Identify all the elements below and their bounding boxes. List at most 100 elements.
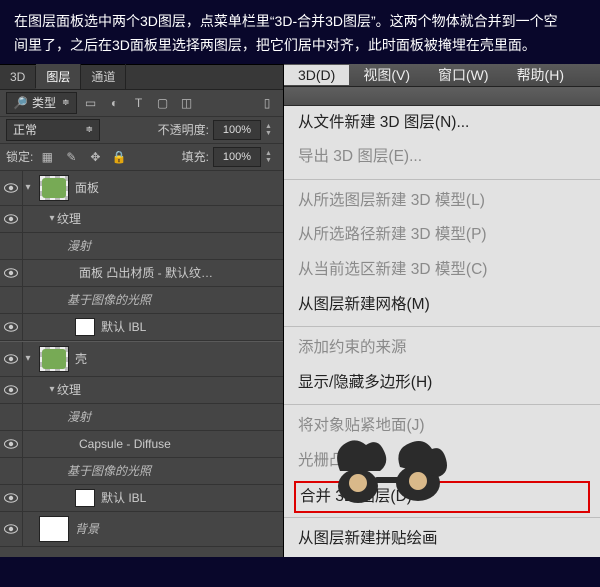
layer-name: 纹理 bbox=[57, 381, 81, 398]
layer-group-2[interactable]: ▾ 壳 bbox=[0, 342, 283, 377]
menu-divider bbox=[284, 179, 600, 180]
layer-name: 壳 bbox=[75, 350, 87, 367]
menubar-3d[interactable]: 3D(D) bbox=[284, 65, 349, 85]
layer-row[interactable]: 漫射 bbox=[0, 233, 283, 260]
visibility-toggle[interactable] bbox=[0, 260, 23, 286]
tab-3d[interactable]: 3D bbox=[0, 66, 36, 88]
menu-new-3d-from-path[interactable]: 从所选路径新建 3D 模型(P) bbox=[284, 218, 600, 253]
menu-divider bbox=[284, 517, 600, 518]
layer-thumb bbox=[75, 318, 95, 336]
opacity-label: 不透明度: bbox=[158, 121, 209, 138]
layer-row[interactable]: 漫射 bbox=[0, 404, 283, 431]
layer-name: 基于图像的光照 bbox=[67, 462, 151, 479]
visibility-toggle[interactable] bbox=[0, 206, 23, 232]
filter-pixel-icon[interactable]: ▭ bbox=[81, 94, 101, 112]
filter-text-icon[interactable]: T bbox=[129, 94, 149, 112]
fill-input[interactable]: 100% bbox=[213, 147, 261, 167]
menu-merge-3d-layers[interactable]: 合并 3D 图层(D) bbox=[300, 488, 412, 505]
visibility-toggle[interactable] bbox=[0, 431, 23, 457]
layer-name: 漫射 bbox=[67, 237, 91, 254]
lock-label: 锁定: bbox=[6, 148, 33, 165]
visibility-spacer bbox=[0, 404, 23, 430]
layer-name: 漫射 bbox=[67, 408, 91, 425]
layer-row[interactable]: ▾ 纹理 bbox=[0, 206, 283, 233]
visibility-toggle[interactable] bbox=[0, 377, 23, 403]
layer-name: 纹理 bbox=[57, 210, 81, 227]
opacity-stepper[interactable]: ▲▼ bbox=[265, 121, 275, 139]
layer-name: Capsule - Diffuse bbox=[79, 437, 171, 451]
visibility-spacer bbox=[0, 233, 23, 259]
visibility-toggle[interactable] bbox=[0, 485, 23, 511]
layer-row[interactable]: Capsule - Diffuse bbox=[0, 431, 283, 458]
visibility-toggle[interactable] bbox=[0, 171, 23, 205]
menu-divider bbox=[284, 326, 600, 327]
layer-name: 面板 bbox=[75, 179, 99, 196]
blend-mode-select[interactable]: 正常 ≑ bbox=[6, 119, 100, 141]
menu-panel: 3D(D) 视图(V) 窗口(W) 帮助(H) 从文件新建 3D 图层(N)..… bbox=[283, 64, 600, 557]
menu-divider bbox=[284, 404, 600, 405]
filter-smart-icon[interactable]: ◫ bbox=[177, 94, 197, 112]
tab-layers[interactable]: 图层 bbox=[36, 64, 81, 89]
layer-row[interactable]: 面板 凸出材质 - 默认纹… bbox=[0, 260, 283, 287]
chevron-down-icon: ≑ bbox=[85, 124, 93, 135]
menubar-window[interactable]: 窗口(W) bbox=[424, 63, 503, 87]
layer-name: 默认 IBL bbox=[101, 318, 146, 335]
visibility-spacer bbox=[0, 287, 23, 313]
lock-move-icon[interactable]: ✥ bbox=[85, 148, 105, 166]
layer-row[interactable]: 基于图像的光照 bbox=[0, 287, 283, 314]
fill-stepper[interactable]: ▲▼ bbox=[265, 148, 275, 166]
menu-snap-to-ground[interactable]: 将对象贴紧地面(J) bbox=[284, 409, 600, 444]
disclosure-icon[interactable]: ▾ bbox=[23, 182, 33, 193]
menu-add-constraint-source[interactable]: 添加约束的来源 bbox=[284, 331, 600, 366]
menu-raster-extrude[interactable]: 光栅凸出(U) bbox=[284, 444, 600, 479]
layer-thumb bbox=[39, 175, 69, 201]
kind-label: 类型 bbox=[32, 94, 56, 111]
filter-toggle[interactable]: ▯ bbox=[257, 94, 277, 112]
menu-new-tile-paint[interactable]: 从图层新建拼贴绘画 bbox=[284, 522, 600, 557]
lock-paint-icon[interactable]: ✎ bbox=[61, 148, 81, 166]
layer-name: 默认 IBL bbox=[101, 489, 146, 506]
layer-row[interactable]: 默认 IBL bbox=[0, 485, 283, 512]
layer-row[interactable]: 默认 IBL bbox=[0, 314, 283, 341]
menubar-help[interactable]: 帮助(H) bbox=[503, 63, 578, 87]
layer-group-1[interactable]: ▾ 面板 bbox=[0, 171, 283, 206]
layer-thumb bbox=[39, 516, 69, 542]
layer-kind-select[interactable]: 🔎 类型 ≑ bbox=[6, 92, 77, 114]
blend-mode-value: 正常 bbox=[13, 121, 37, 138]
fill-label: 填充: bbox=[182, 148, 209, 165]
opacity-input[interactable]: 100% bbox=[213, 120, 261, 140]
lock-transparent-icon[interactable]: ▦ bbox=[37, 148, 57, 166]
disclosure-icon[interactable]: ▾ bbox=[23, 353, 33, 364]
menu-merge-3d-layers-highlight: 合并 3D 图层(D) bbox=[294, 481, 590, 514]
disclosure-icon[interactable]: ▾ bbox=[47, 384, 57, 395]
menu-new-3d-from-layer[interactable]: 从所选图层新建 3D 模型(L) bbox=[284, 184, 600, 219]
filter-shape-icon[interactable]: ▢ bbox=[153, 94, 173, 112]
disclosure-icon[interactable]: ▾ bbox=[47, 213, 57, 224]
layer-row[interactable]: 基于图像的光照 bbox=[0, 458, 283, 485]
layers-panel: 3D 图层 通道 🔎 类型 ≑ ▭ ◐ T ▢ ◫ ▯ 正常 ≑ 不透明度: bbox=[0, 64, 283, 557]
chevron-down-icon: ≑ bbox=[62, 97, 70, 108]
tab-channels[interactable]: 通道 bbox=[81, 64, 126, 89]
instruction-text-2: 间里了，之后在3D面板里选择两图层，把它们居中对齐，此时面板被掩埋在壳里面。 bbox=[14, 37, 536, 53]
layer-name: 面板 凸出材质 - 默认纹… bbox=[79, 264, 213, 281]
layer-thumb bbox=[75, 489, 95, 507]
layer-name: 背景 bbox=[75, 520, 99, 537]
visibility-toggle[interactable] bbox=[0, 342, 23, 376]
menu-new-3d-from-file[interactable]: 从文件新建 3D 图层(N)... bbox=[284, 106, 600, 141]
filter-adjust-icon[interactable]: ◐ bbox=[105, 94, 125, 112]
menu-new-mesh-from-layer[interactable]: 从图层新建网格(M) bbox=[284, 288, 600, 323]
layer-row[interactable]: ▾ 纹理 bbox=[0, 377, 283, 404]
layer-background[interactable]: 背景 bbox=[0, 512, 283, 547]
menu-new-3d-from-selection[interactable]: 从当前选区新建 3D 模型(C) bbox=[284, 253, 600, 288]
layer-name: 基于图像的光照 bbox=[67, 291, 151, 308]
menu-header-strip bbox=[284, 87, 600, 106]
menu-export-3d-layer[interactable]: 导出 3D 图层(E)... bbox=[284, 140, 600, 175]
visibility-spacer bbox=[0, 458, 23, 484]
menubar-view[interactable]: 视图(V) bbox=[349, 63, 424, 87]
visibility-toggle[interactable] bbox=[0, 512, 23, 546]
visibility-toggle[interactable] bbox=[0, 314, 23, 340]
lock-all-icon[interactable]: 🔒 bbox=[109, 148, 129, 166]
menu-show-hide-polygons[interactable]: 显示/隐藏多边形(H) bbox=[284, 366, 600, 401]
instruction-text-1: 在图层面板选中两个3D图层，点菜单栏里“3D-合并3D图层”。这两个物体就合并到… bbox=[14, 13, 558, 29]
layer-thumb bbox=[39, 346, 69, 372]
